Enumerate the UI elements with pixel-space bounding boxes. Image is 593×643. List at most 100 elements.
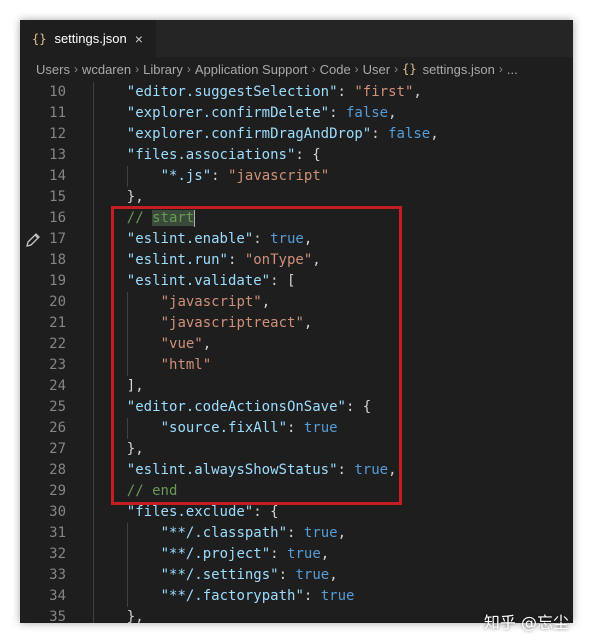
line-number: 26: [49, 420, 66, 436]
json-key: "editor.suggestSelection": [126, 84, 338, 100]
pencil-icon: [26, 233, 40, 247]
code-text: },: [127, 607, 144, 623]
indent-guide: [126, 544, 128, 565]
line-number: 24: [49, 378, 66, 394]
line-number: 34: [49, 588, 66, 604]
code-text: "editor.suggestSelection": "first",: [127, 82, 422, 103]
punctuation: ,: [413, 84, 422, 100]
breadcrumb: Users › wcdaren › Library › Application …: [20, 57, 573, 81]
json-key: "files.associations": [126, 147, 296, 163]
indent-guide: [93, 313, 94, 334]
line-number: 27: [49, 441, 66, 457]
punctuation: ,: [337, 525, 347, 541]
code-text: "files.exclude": {: [127, 502, 279, 523]
punctuation: :: [303, 588, 321, 604]
punctuation: ,: [320, 546, 330, 562]
json-string: "javascript": [228, 168, 330, 184]
line-number: 12: [49, 126, 66, 142]
close-icon[interactable]: ×: [135, 31, 143, 47]
indent-guide: [93, 103, 94, 124]
indent-guide: [93, 586, 94, 607]
indent-guide: [93, 124, 94, 145]
punctuation: },: [126, 609, 144, 623]
punctuation: : {: [253, 504, 279, 520]
indent-guide: [93, 145, 94, 166]
breadcrumb-item-code[interactable]: Code: [320, 62, 351, 77]
line-number: 35: [49, 609, 66, 623]
code-line[interactable]: 10 "editor.suggestSelection": "first",: [20, 82, 573, 103]
line-number: 14: [49, 168, 66, 184]
indent-guide: [93, 460, 94, 481]
punctuation: ,: [430, 126, 439, 142]
breadcrumb-item-user[interactable]: User: [363, 62, 390, 77]
code-line[interactable]: 11 "explorer.confirmDelete": false,: [20, 103, 573, 124]
code-line[interactable]: 32 "**/.project": true,: [20, 544, 573, 565]
code-text: "**/.classpath": true,: [161, 523, 346, 544]
chevron-right-icon: ›: [394, 62, 399, 76]
code-line[interactable]: 13 "files.associations": {: [20, 145, 573, 166]
json-key: "explorer.confirmDragAndDrop": [126, 126, 372, 142]
json-file-icon: {}: [32, 31, 47, 46]
code-line[interactable]: 30 "files.exclude": {: [20, 502, 573, 523]
code-text: "**/.factorypath": true: [161, 586, 355, 607]
indent-guide: [93, 397, 94, 418]
indent-guide: [93, 565, 94, 586]
indent-guide: [93, 355, 94, 376]
line-number: 19: [49, 273, 66, 289]
breadcrumb-ellipsis[interactable]: ...: [507, 62, 518, 77]
indent-guide: [93, 523, 94, 544]
code-line[interactable]: 15},: [20, 187, 573, 208]
breadcrumb-item-wcdaren[interactable]: wcdaren: [82, 62, 131, 77]
breadcrumb-item-file[interactable]: settings.json: [423, 62, 495, 77]
chevron-right-icon: ›: [186, 62, 191, 76]
chevron-right-icon: ›: [135, 62, 140, 76]
code-line[interactable]: 33 "**/.settings": true,: [20, 565, 573, 586]
json-key: "**/.project": [160, 546, 271, 562]
breadcrumb-item-application-support[interactable]: Application Support: [195, 62, 308, 77]
code-line[interactable]: 12 "explorer.confirmDragAndDrop": false,: [20, 124, 573, 145]
indent-guide: [93, 376, 94, 397]
indent-guide: [93, 187, 94, 208]
code-text: "explorer.confirmDragAndDrop": false,: [127, 124, 439, 145]
line-number: 16: [49, 210, 66, 226]
code-line[interactable]: 34 "**/.factorypath": true: [20, 586, 573, 607]
code-text: },: [127, 187, 144, 208]
indent-guide: [93, 481, 94, 502]
tab-settings-json[interactable]: {} settings.json ×: [20, 20, 156, 57]
breadcrumb-item-library[interactable]: Library: [143, 62, 183, 77]
indent-guide: [93, 292, 94, 313]
json-key: "*.js": [160, 168, 212, 184]
highlight-annotation-box: [111, 206, 402, 505]
punctuation: },: [126, 189, 144, 205]
json-key: "files.exclude": [126, 504, 254, 520]
json-boolean: true: [320, 588, 355, 604]
editor-window: {} settings.json × Users › wcdaren › Lib…: [20, 20, 573, 623]
punctuation: :: [329, 105, 346, 121]
json-boolean: false: [388, 126, 431, 142]
indent-guide: [93, 502, 94, 523]
indent-guide: [93, 250, 94, 271]
code-line[interactable]: 14 "*.js": "javascript": [20, 166, 573, 187]
indent-guide: [93, 271, 94, 292]
line-number: 28: [49, 462, 66, 478]
breadcrumb-item-users[interactable]: Users: [36, 62, 70, 77]
indent-guide: [93, 166, 94, 187]
line-number: 30: [49, 504, 66, 520]
indent-guide: [93, 418, 94, 439]
json-boolean: true: [287, 546, 321, 562]
code-line[interactable]: 31 "**/.classpath": true,: [20, 523, 573, 544]
json-boolean: true: [303, 525, 338, 541]
punctuation: : {: [295, 147, 321, 163]
line-number: 15: [49, 189, 66, 205]
indent-guide: [126, 586, 128, 607]
json-key: "explorer.confirmDelete": [126, 105, 330, 121]
line-number: 29: [49, 483, 66, 499]
line-number: 33: [49, 567, 66, 583]
code-text: "**/.project": true,: [161, 544, 330, 565]
punctuation: :: [337, 84, 355, 100]
line-number: 10: [49, 84, 66, 100]
json-boolean: false: [345, 105, 389, 121]
indent-guide: [93, 439, 94, 460]
line-number: 32: [49, 546, 66, 562]
tab-title: settings.json: [54, 31, 127, 46]
